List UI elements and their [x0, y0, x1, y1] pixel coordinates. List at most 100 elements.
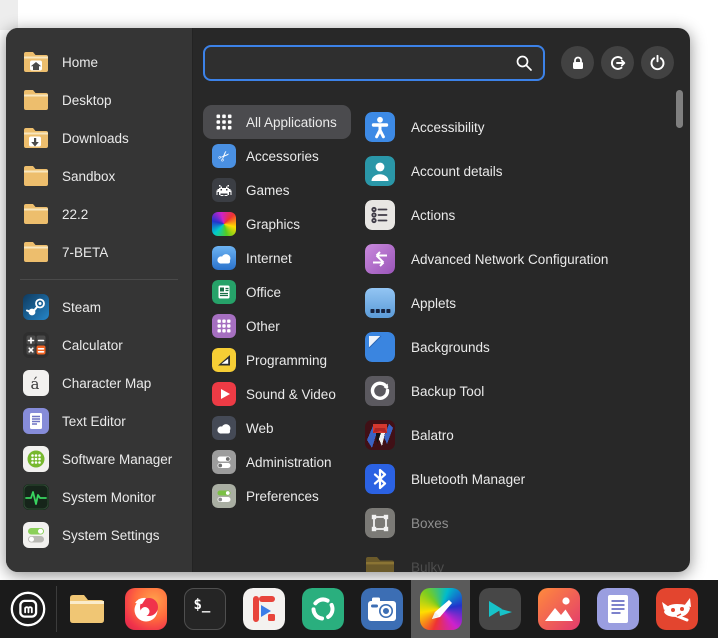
- app-label: Applets: [411, 296, 456, 311]
- folder-icon: [23, 163, 49, 189]
- lock-button[interactable]: [561, 46, 594, 79]
- category-sound-video[interactable]: Sound & Video: [203, 377, 350, 411]
- category-list: All Applications ✂ Accessories Games: [203, 105, 368, 513]
- tabby-terminal-icon: [479, 588, 521, 630]
- sidebar-item-character-map[interactable]: á Character Map: [6, 364, 192, 402]
- app-label: Bluetooth Manager: [411, 472, 525, 487]
- search-icon: [515, 54, 533, 72]
- lock-icon: [570, 55, 586, 71]
- app-account-details[interactable]: Account details: [365, 149, 675, 193]
- dark-folder-icon: [365, 552, 395, 572]
- sidebar-item-home[interactable]: Home: [6, 43, 192, 81]
- app-balatro[interactable]: Balatro: [365, 413, 675, 457]
- background-window-strip: [0, 0, 18, 30]
- taskbar-firefox[interactable]: [116, 580, 175, 638]
- search-input[interactable]: [215, 54, 515, 72]
- software-manager-icon: [23, 446, 49, 472]
- sidebar-item-sandbox[interactable]: Sandbox: [6, 157, 192, 195]
- sidebar-item-22-2[interactable]: 22.2: [6, 195, 192, 233]
- app-label: Account details: [411, 164, 503, 179]
- app-label: Balatro: [411, 428, 454, 443]
- accessibility-icon: [365, 112, 395, 142]
- rainbow-icon: [212, 212, 236, 236]
- taskbar-tabby[interactable]: [470, 580, 529, 638]
- category-graphics[interactable]: Graphics: [203, 207, 314, 241]
- app-backgrounds[interactable]: Backgrounds: [365, 325, 675, 369]
- checklist-icon: [365, 200, 395, 230]
- sidebar-item-label: Sandbox: [62, 169, 115, 184]
- category-other[interactable]: Other: [203, 309, 294, 343]
- taskbar-gimp[interactable]: [647, 580, 706, 638]
- category-label: Graphics: [246, 217, 300, 232]
- app-advanced-network-configuration[interactable]: Advanced Network Configuration: [365, 237, 675, 281]
- category-label: Administration: [246, 455, 332, 470]
- taskbar-image-viewer[interactable]: [529, 580, 588, 638]
- sidebar-item-label: Character Map: [62, 376, 151, 391]
- category-label: Internet: [246, 251, 292, 266]
- sidebar-item-system-monitor[interactable]: System Monitor: [6, 478, 192, 516]
- category-games[interactable]: Games: [203, 173, 304, 207]
- sidebar-item-system-settings[interactable]: System Settings: [6, 516, 192, 554]
- app-backup-tool[interactable]: Backup Tool: [365, 369, 675, 413]
- app-bluetooth-manager[interactable]: Bluetooth Manager: [365, 457, 675, 501]
- sidebar-item-label: Steam: [62, 300, 101, 315]
- category-programming[interactable]: Programming: [203, 343, 341, 377]
- category-web[interactable]: Web: [203, 411, 288, 445]
- space-invader-icon: [212, 178, 236, 202]
- taskbar-software-updater[interactable]: [293, 580, 352, 638]
- bluetooth-icon: [365, 464, 395, 494]
- app-accessibility[interactable]: Accessibility: [365, 105, 675, 149]
- sidebar-item-downloads[interactable]: Downloads: [6, 119, 192, 157]
- balatro-icon: [365, 420, 395, 450]
- toggles-green-icon: [212, 484, 236, 508]
- linux-mint-logo-icon: [8, 589, 48, 629]
- app-actions[interactable]: Actions: [365, 193, 675, 237]
- sidebar-item-label: Downloads: [62, 131, 129, 146]
- svg-text:á: á: [31, 375, 40, 393]
- taskbar-pinta[interactable]: [411, 580, 470, 638]
- backgrounds-icon: [365, 332, 395, 362]
- power-button[interactable]: [641, 46, 674, 79]
- folder-icon: [23, 201, 49, 227]
- application-list: Accessibility Account details: [365, 105, 675, 572]
- sidebar-item-label: Home: [62, 55, 98, 70]
- category-label: Sound & Video: [246, 387, 336, 402]
- taskbar-freetube[interactable]: [234, 580, 293, 638]
- taskbar-camera-app[interactable]: [352, 580, 411, 638]
- category-label: All Applications: [246, 115, 337, 130]
- category-preferences[interactable]: Preferences: [203, 479, 333, 513]
- category-office[interactable]: Office: [203, 275, 295, 309]
- folder-icon: [23, 239, 49, 265]
- category-internet[interactable]: Internet: [203, 241, 306, 275]
- sidebar-item-desktop[interactable]: Desktop: [6, 81, 192, 119]
- category-administration[interactable]: Administration: [203, 445, 346, 479]
- category-all-applications[interactable]: All Applications: [203, 105, 351, 139]
- taskbar-document-editor[interactable]: [588, 580, 647, 638]
- sidebar-item-calculator[interactable]: Calculator: [6, 326, 192, 364]
- scrollbar-thumb[interactable]: [676, 90, 683, 128]
- taskbar-terminal[interactable]: $_: [175, 580, 234, 638]
- sidebar-item-text-editor[interactable]: Text Editor: [6, 402, 192, 440]
- category-label: Games: [246, 183, 290, 198]
- sidebar-item-software-manager[interactable]: Software Manager: [6, 440, 192, 478]
- taskbar-file-manager[interactable]: [57, 580, 116, 638]
- app-applets[interactable]: Applets: [365, 281, 675, 325]
- toggles-icon: [212, 450, 236, 474]
- mint-menu-button[interactable]: [0, 580, 56, 638]
- sidebar-item-7-beta[interactable]: 7-BETA: [6, 233, 192, 271]
- sidebar-separator: [20, 279, 178, 280]
- freetube-icon: [243, 588, 285, 630]
- terminal-prompt-glyph: $_: [194, 597, 211, 613]
- session-buttons: [561, 46, 674, 79]
- logout-button[interactable]: [601, 46, 634, 79]
- sidebar-item-steam[interactable]: Steam: [6, 288, 192, 326]
- category-accessories[interactable]: ✂ Accessories: [203, 139, 333, 173]
- applets-icon: [365, 288, 395, 318]
- search-box[interactable]: [203, 45, 545, 81]
- terminal-icon: $_: [184, 588, 226, 630]
- folder-icon: [23, 87, 49, 113]
- app-boxes[interactable]: Boxes: [365, 501, 675, 545]
- sidebar-item-label: System Settings: [62, 528, 160, 543]
- app-bulky[interactable]: Bulky: [365, 545, 675, 572]
- image-viewer-icon: [538, 588, 580, 630]
